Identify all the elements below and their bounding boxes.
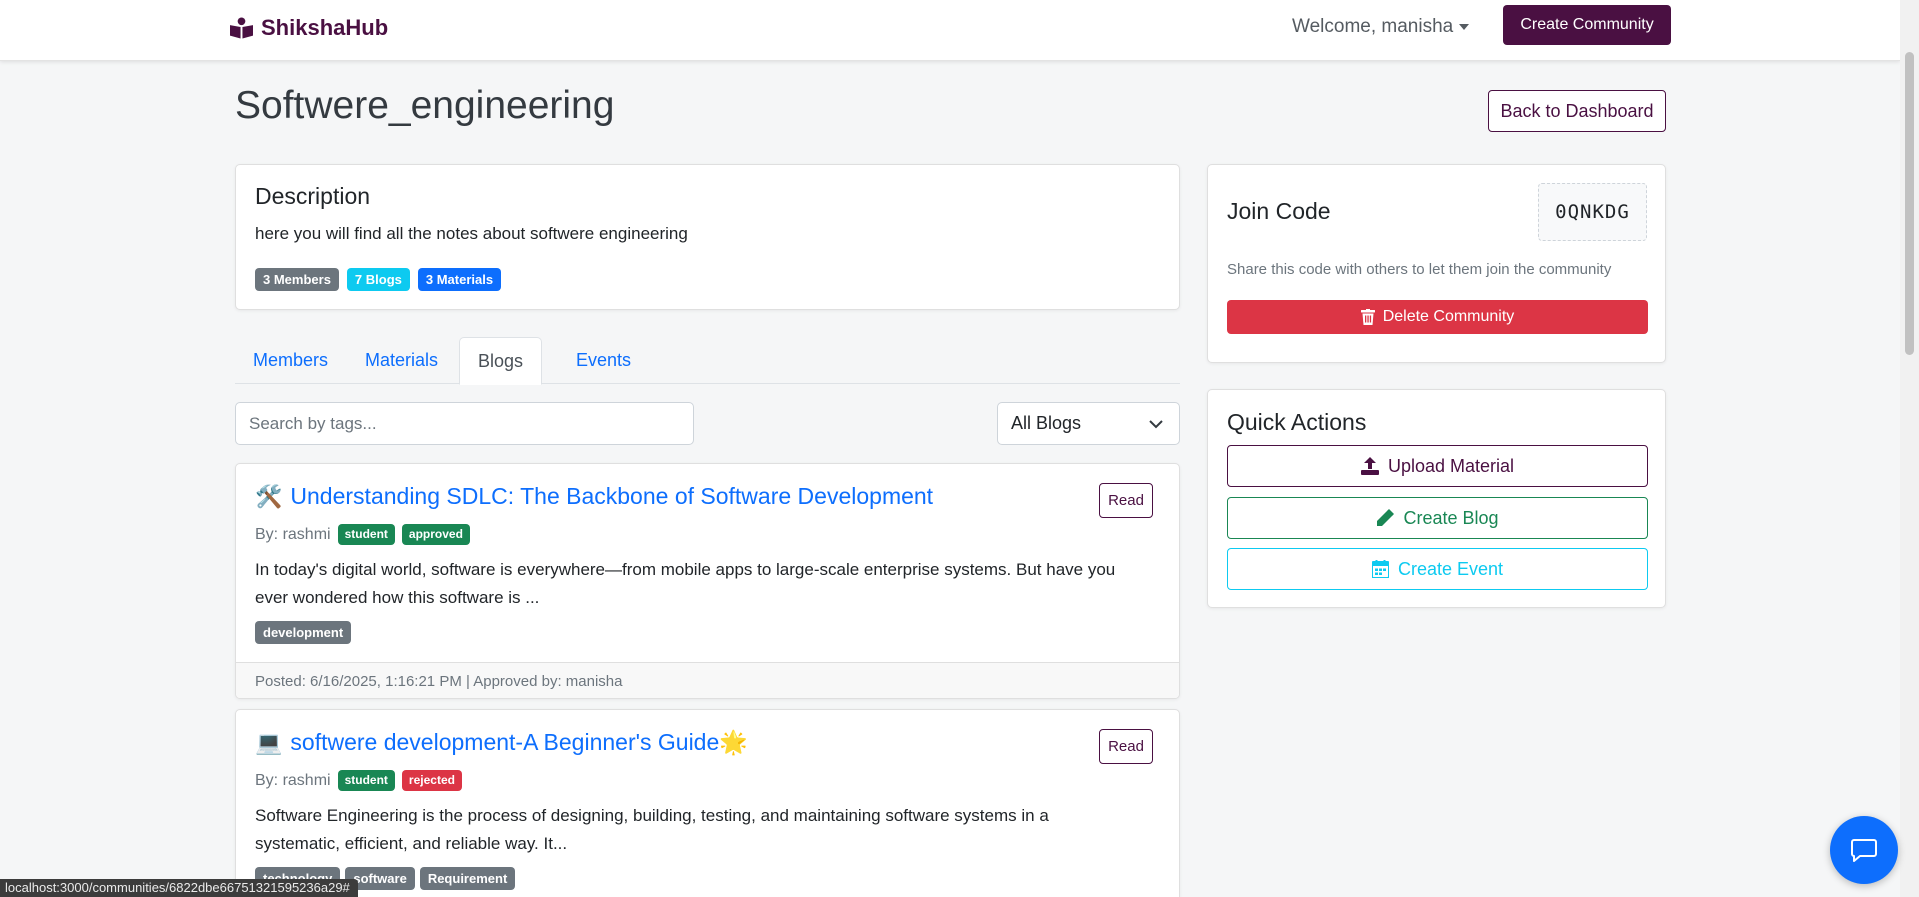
create-event-button[interactable]: Create Event: [1227, 548, 1648, 590]
materials-count-badge: 3 Materials: [417, 268, 502, 291]
tag-badge: development: [255, 621, 352, 644]
tools-emoji-icon: 🛠️: [255, 483, 283, 509]
blog-author: By: rashmi: [255, 525, 331, 543]
blog-title-link[interactable]: Understanding SDLC: The Backbone of Soft…: [290, 483, 933, 510]
join-code-heading: Join Code: [1227, 198, 1331, 224]
brand-logo[interactable]: ShikshaHub: [230, 15, 388, 41]
welcome-label: Welcome, manisha: [1292, 16, 1454, 37]
caret-down-icon: [1459, 24, 1470, 30]
blog-excerpt: In today's digital world, software is ev…: [255, 560, 1116, 607]
blog-tags: development: [255, 621, 352, 644]
scrollbar-thumb[interactable]: [1905, 52, 1914, 355]
blog-footer: Posted: 6/16/2025, 1:16:21 PM | Approved…: [236, 662, 1179, 698]
chat-bubble-icon: [1851, 839, 1877, 862]
create-blog-label: Create Blog: [1403, 507, 1499, 528]
top-navbar: ShikshaHub Welcome, manisha Create Commu…: [0, 0, 1900, 61]
community-tabs: Members Materials Blogs Events: [235, 337, 1180, 385]
blog-title-row: 💻 softwere development-A Beginner's Guid…: [255, 729, 748, 756]
blog-filter-select[interactable]: All Blogs: [997, 402, 1180, 445]
community-stats: 3 Members 7 Blogs 3 Materials: [255, 268, 502, 291]
join-code-value[interactable]: 0QNKDG: [1538, 183, 1647, 241]
blog-filter-value: All Blogs: [1011, 413, 1082, 433]
description-heading: Description: [255, 183, 371, 209]
description-text: here you will find all the notes about s…: [255, 224, 688, 243]
pencil-icon: [1377, 509, 1395, 526]
tab-members[interactable]: Members: [235, 337, 346, 384]
trash-icon: [1360, 309, 1375, 325]
page-scrollbar[interactable]: [1900, 0, 1919, 897]
book-reader-icon: [230, 17, 253, 39]
tag-badge: Requirement: [419, 867, 516, 890]
join-code-hint: Share this code with others to let them …: [1227, 261, 1612, 278]
upload-material-label: Upload Material: [1387, 455, 1515, 476]
description-card: Description here you will find all the n…: [235, 164, 1180, 310]
create-event-label: Create Event: [1397, 558, 1504, 579]
back-to-dashboard-button[interactable]: Back to Dashboard: [1488, 90, 1666, 132]
role-badge: student: [337, 770, 395, 791]
chevron-down-icon: [1149, 420, 1163, 429]
blog-card: 🛠️ Understanding SDLC: The Backbone of S…: [235, 463, 1180, 699]
tag-search-input[interactable]: [235, 402, 694, 445]
delete-community-button[interactable]: Delete Community: [1227, 300, 1648, 334]
upload-material-button[interactable]: Upload Material: [1227, 445, 1648, 487]
quick-actions-heading: Quick Actions: [1227, 409, 1367, 435]
page-title: Softwere_engineering: [235, 84, 615, 127]
join-code-card: Join Code 0QNKDG Share this code with ot…: [1207, 164, 1666, 363]
role-badge: student: [337, 524, 395, 545]
chat-button[interactable]: [1830, 816, 1898, 884]
tab-materials[interactable]: Materials: [347, 337, 456, 384]
quick-actions-card: Quick Actions Upload Material Create Blo…: [1207, 389, 1666, 608]
blog-title-row: 🛠️ Understanding SDLC: The Backbone of S…: [255, 483, 933, 510]
blogs-count-badge: 7 Blogs: [346, 268, 410, 291]
blog-byline: By: rashmi student rejected: [255, 770, 462, 791]
brand-name: ShikshaHub: [261, 15, 389, 40]
members-count-badge: 3 Members: [255, 268, 339, 291]
blog-card: 💻 softwere development-A Beginner's Guid…: [235, 709, 1180, 897]
calendar-icon: [1371, 560, 1389, 578]
create-blog-button[interactable]: Create Blog: [1227, 497, 1648, 539]
upload-icon: [1360, 457, 1379, 475]
read-blog-button[interactable]: Read: [1099, 729, 1153, 764]
laptop-emoji-icon: 💻: [255, 729, 283, 755]
read-blog-button[interactable]: Read: [1099, 483, 1153, 518]
status-badge: approved: [401, 524, 470, 545]
blog-title-link[interactable]: softwere development-A Beginner's Guide🌟: [290, 729, 748, 756]
delete-community-label: Delete Community: [1382, 308, 1515, 325]
tab-events[interactable]: Events: [558, 337, 649, 384]
tab-blogs[interactable]: Blogs: [459, 337, 543, 385]
blog-author: By: rashmi: [255, 771, 331, 789]
status-bar-url: localhost:3000/communities/6822dbe667513…: [0, 879, 358, 897]
user-menu-dropdown[interactable]: Welcome, manisha: [1292, 16, 1470, 38]
blog-excerpt: Software Engineering is the process of d…: [255, 806, 1049, 853]
blog-byline: By: rashmi student approved: [255, 524, 470, 545]
create-community-button[interactable]: Create Community: [1503, 5, 1671, 45]
status-badge: rejected: [401, 770, 462, 791]
